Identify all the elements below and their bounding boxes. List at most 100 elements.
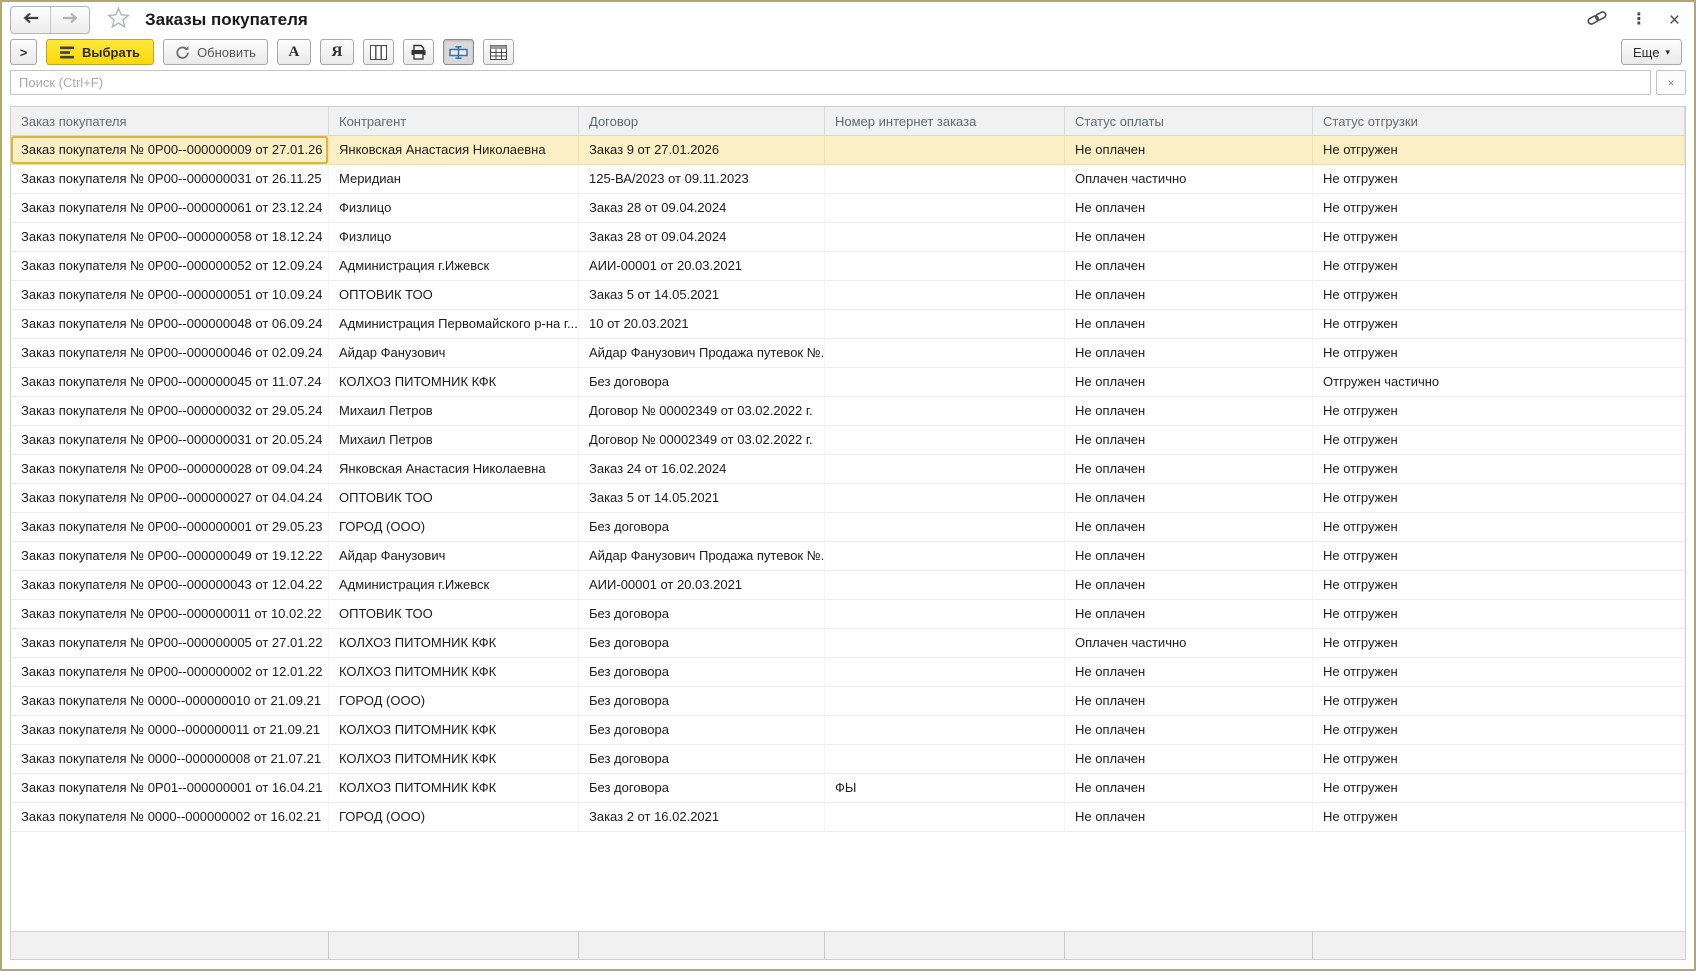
- table-cell[interactable]: [825, 368, 1065, 396]
- table-cell[interactable]: Не оплачен: [1065, 136, 1313, 164]
- table-cell[interactable]: Заказ покупателя № 0000--000000011 от 21…: [11, 716, 329, 744]
- table-cell[interactable]: [825, 397, 1065, 425]
- table-cell[interactable]: Без договора: [579, 368, 825, 396]
- table-cell[interactable]: [825, 339, 1065, 367]
- table-cell[interactable]: Без договора: [579, 629, 825, 657]
- table-cell[interactable]: Заказ 2 от 16.02.2021: [579, 803, 825, 831]
- table-cell[interactable]: Заказ 28 от 09.04.2024: [579, 223, 825, 251]
- table-cell[interactable]: Заказ покупателя № 0Р00--000000002 от 12…: [11, 658, 329, 686]
- table-cell[interactable]: Меридиан: [329, 165, 579, 193]
- table-cell[interactable]: 125-ВА/2023 от 09.11.2023: [579, 165, 825, 193]
- table-row[interactable]: Заказ покупателя № 0000--000000011 от 21…: [11, 716, 1685, 745]
- table-row[interactable]: Заказ покупателя № 0Р00--000000011 от 10…: [11, 600, 1685, 629]
- table-cell[interactable]: Не отгружен: [1313, 687, 1685, 715]
- table-cell[interactable]: Заказ покупателя № 0Р00--000000048 от 06…: [11, 310, 329, 338]
- table-cell[interactable]: [825, 281, 1065, 309]
- table-cell[interactable]: Заказ покупателя № 0Р00--000000027 от 04…: [11, 484, 329, 512]
- table-cell[interactable]: Айдар Фанузович: [329, 542, 579, 570]
- table-cell[interactable]: Заказ покупателя № 0000--000000008 от 21…: [11, 745, 329, 773]
- table-cell[interactable]: Без договора: [579, 716, 825, 744]
- table-cell[interactable]: Михаил Петров: [329, 426, 579, 454]
- table-cell[interactable]: Физлицо: [329, 194, 579, 222]
- column-header[interactable]: Статус отгрузки: [1313, 107, 1685, 135]
- table-cell[interactable]: Не оплачен: [1065, 455, 1313, 483]
- table-row[interactable]: Заказ покупателя № 0Р00--000000051 от 10…: [11, 281, 1685, 310]
- table-cell[interactable]: 10 от 20.03.2021: [579, 310, 825, 338]
- table-row[interactable]: Заказ покупателя № 0Р00--000000046 от 02…: [11, 339, 1685, 368]
- table-cell[interactable]: Не отгружен: [1313, 629, 1685, 657]
- columns-setup-button[interactable]: [363, 39, 394, 65]
- table-cell[interactable]: Не оплачен: [1065, 745, 1313, 773]
- column-header[interactable]: Договор: [579, 107, 825, 135]
- table-cell[interactable]: Заказ покупателя № 0Р00--000000049 от 19…: [11, 542, 329, 570]
- table-cell[interactable]: Заказ покупателя № 0Р00--000000011 от 10…: [11, 600, 329, 628]
- table-row[interactable]: Заказ покупателя № 0Р00--000000027 от 04…: [11, 484, 1685, 513]
- table-cell[interactable]: ГОРОД (ООО): [329, 513, 579, 541]
- table-cell[interactable]: КОЛХОЗ ПИТОМНИК КФК: [329, 716, 579, 744]
- table-cell[interactable]: Айдар Фанузович: [329, 339, 579, 367]
- table-cell[interactable]: Не оплачен: [1065, 687, 1313, 715]
- table-cell[interactable]: Янковская Анастасия Николаевна: [329, 136, 579, 164]
- table-cell[interactable]: Не отгружен: [1313, 194, 1685, 222]
- table-row[interactable]: Заказ покупателя № 0Р01--000000001 от 16…: [11, 774, 1685, 803]
- column-header[interactable]: Номер интернет заказа: [825, 107, 1065, 135]
- column-header[interactable]: Заказ покупателя: [11, 107, 329, 135]
- table-cell[interactable]: Не оплачен: [1065, 803, 1313, 831]
- table-cell[interactable]: Не оплачен: [1065, 716, 1313, 744]
- table-row[interactable]: Заказ покупателя № 0Р00--000000043 от 12…: [11, 571, 1685, 600]
- table-cell[interactable]: Администрация г.Ижевск: [329, 571, 579, 599]
- table-cell[interactable]: Не отгружен: [1313, 281, 1685, 309]
- table-cell[interactable]: Заказ 28 от 09.04.2024: [579, 194, 825, 222]
- table-cell[interactable]: Не отгружен: [1313, 339, 1685, 367]
- table-cell[interactable]: АИИ-00001 от 20.03.2021: [579, 252, 825, 280]
- list-settings-button[interactable]: [483, 39, 514, 65]
- table-cell[interactable]: КОЛХОЗ ПИТОМНИК КФК: [329, 368, 579, 396]
- table-cell[interactable]: ОПТОВИК ТОО: [329, 600, 579, 628]
- sort-asc-button[interactable]: А: [277, 39, 311, 65]
- table-cell[interactable]: Без договора: [579, 745, 825, 773]
- table-cell[interactable]: Не отгружен: [1313, 513, 1685, 541]
- table-cell[interactable]: [825, 716, 1065, 744]
- table-row[interactable]: Заказ покупателя № 0Р00--000000048 от 06…: [11, 310, 1685, 339]
- table-cell[interactable]: ФЫ: [825, 774, 1065, 802]
- table-cell[interactable]: Не отгружен: [1313, 397, 1685, 425]
- table-cell[interactable]: Заказ покупателя № 0Р00--000000028 от 09…: [11, 455, 329, 483]
- table-cell[interactable]: [825, 252, 1065, 280]
- table-cell[interactable]: Заказ покупателя № 0Р00--000000009 от 27…: [11, 136, 329, 164]
- table-cell[interactable]: Не отгружен: [1313, 223, 1685, 251]
- table-row[interactable]: Заказ покупателя № 0Р00--000000032 от 29…: [11, 397, 1685, 426]
- table-row[interactable]: Заказ покупателя № 0Р00--000000045 от 11…: [11, 368, 1685, 397]
- select-button[interactable]: Выбрать: [46, 39, 154, 65]
- table-cell[interactable]: Заказ 5 от 14.05.2021: [579, 484, 825, 512]
- table-row[interactable]: Заказ покупателя № 0000--000000002 от 16…: [11, 803, 1685, 832]
- table-cell[interactable]: [825, 571, 1065, 599]
- table-row[interactable]: Заказ покупателя № 0Р00--000000028 от 09…: [11, 455, 1685, 484]
- table-cell[interactable]: Не оплачен: [1065, 658, 1313, 686]
- search-input[interactable]: [10, 70, 1651, 95]
- table-cell[interactable]: Не оплачен: [1065, 774, 1313, 802]
- table-cell[interactable]: Заказ 5 от 14.05.2021: [579, 281, 825, 309]
- table-cell[interactable]: Заказ покупателя № 0000--000000010 от 21…: [11, 687, 329, 715]
- favorite-button[interactable]: [106, 6, 131, 35]
- table-row[interactable]: Заказ покупателя № 0Р00--000000001 от 29…: [11, 513, 1685, 542]
- sort-desc-button[interactable]: Я: [320, 39, 354, 65]
- table-cell[interactable]: [825, 629, 1065, 657]
- column-width-button[interactable]: [443, 39, 474, 65]
- table-cell[interactable]: Не оплачен: [1065, 223, 1313, 251]
- forward-button[interactable]: [50, 7, 89, 33]
- table-cell[interactable]: КОЛХОЗ ПИТОМНИК КФК: [329, 774, 579, 802]
- table-cell[interactable]: [825, 310, 1065, 338]
- table-cell[interactable]: Не оплачен: [1065, 194, 1313, 222]
- table-cell[interactable]: Заказ 24 от 16.02.2024: [579, 455, 825, 483]
- table-row[interactable]: Заказ покупателя № 0Р00--000000031 от 20…: [11, 426, 1685, 455]
- table-cell[interactable]: Не отгружен: [1313, 455, 1685, 483]
- table-cell[interactable]: Не отгружен: [1313, 310, 1685, 338]
- refresh-button[interactable]: Обновить: [163, 39, 268, 65]
- table-cell[interactable]: Не оплачен: [1065, 600, 1313, 628]
- table-cell[interactable]: Заказ покупателя № 0Р00--000000005 от 27…: [11, 629, 329, 657]
- table-cell[interactable]: Не оплачен: [1065, 542, 1313, 570]
- table-cell[interactable]: Не отгружен: [1313, 745, 1685, 773]
- table-cell[interactable]: Айдар Фанузович Продажа путевок №...: [579, 339, 825, 367]
- table-cell[interactable]: Не отгружен: [1313, 571, 1685, 599]
- table-cell[interactable]: ОПТОВИК ТОО: [329, 484, 579, 512]
